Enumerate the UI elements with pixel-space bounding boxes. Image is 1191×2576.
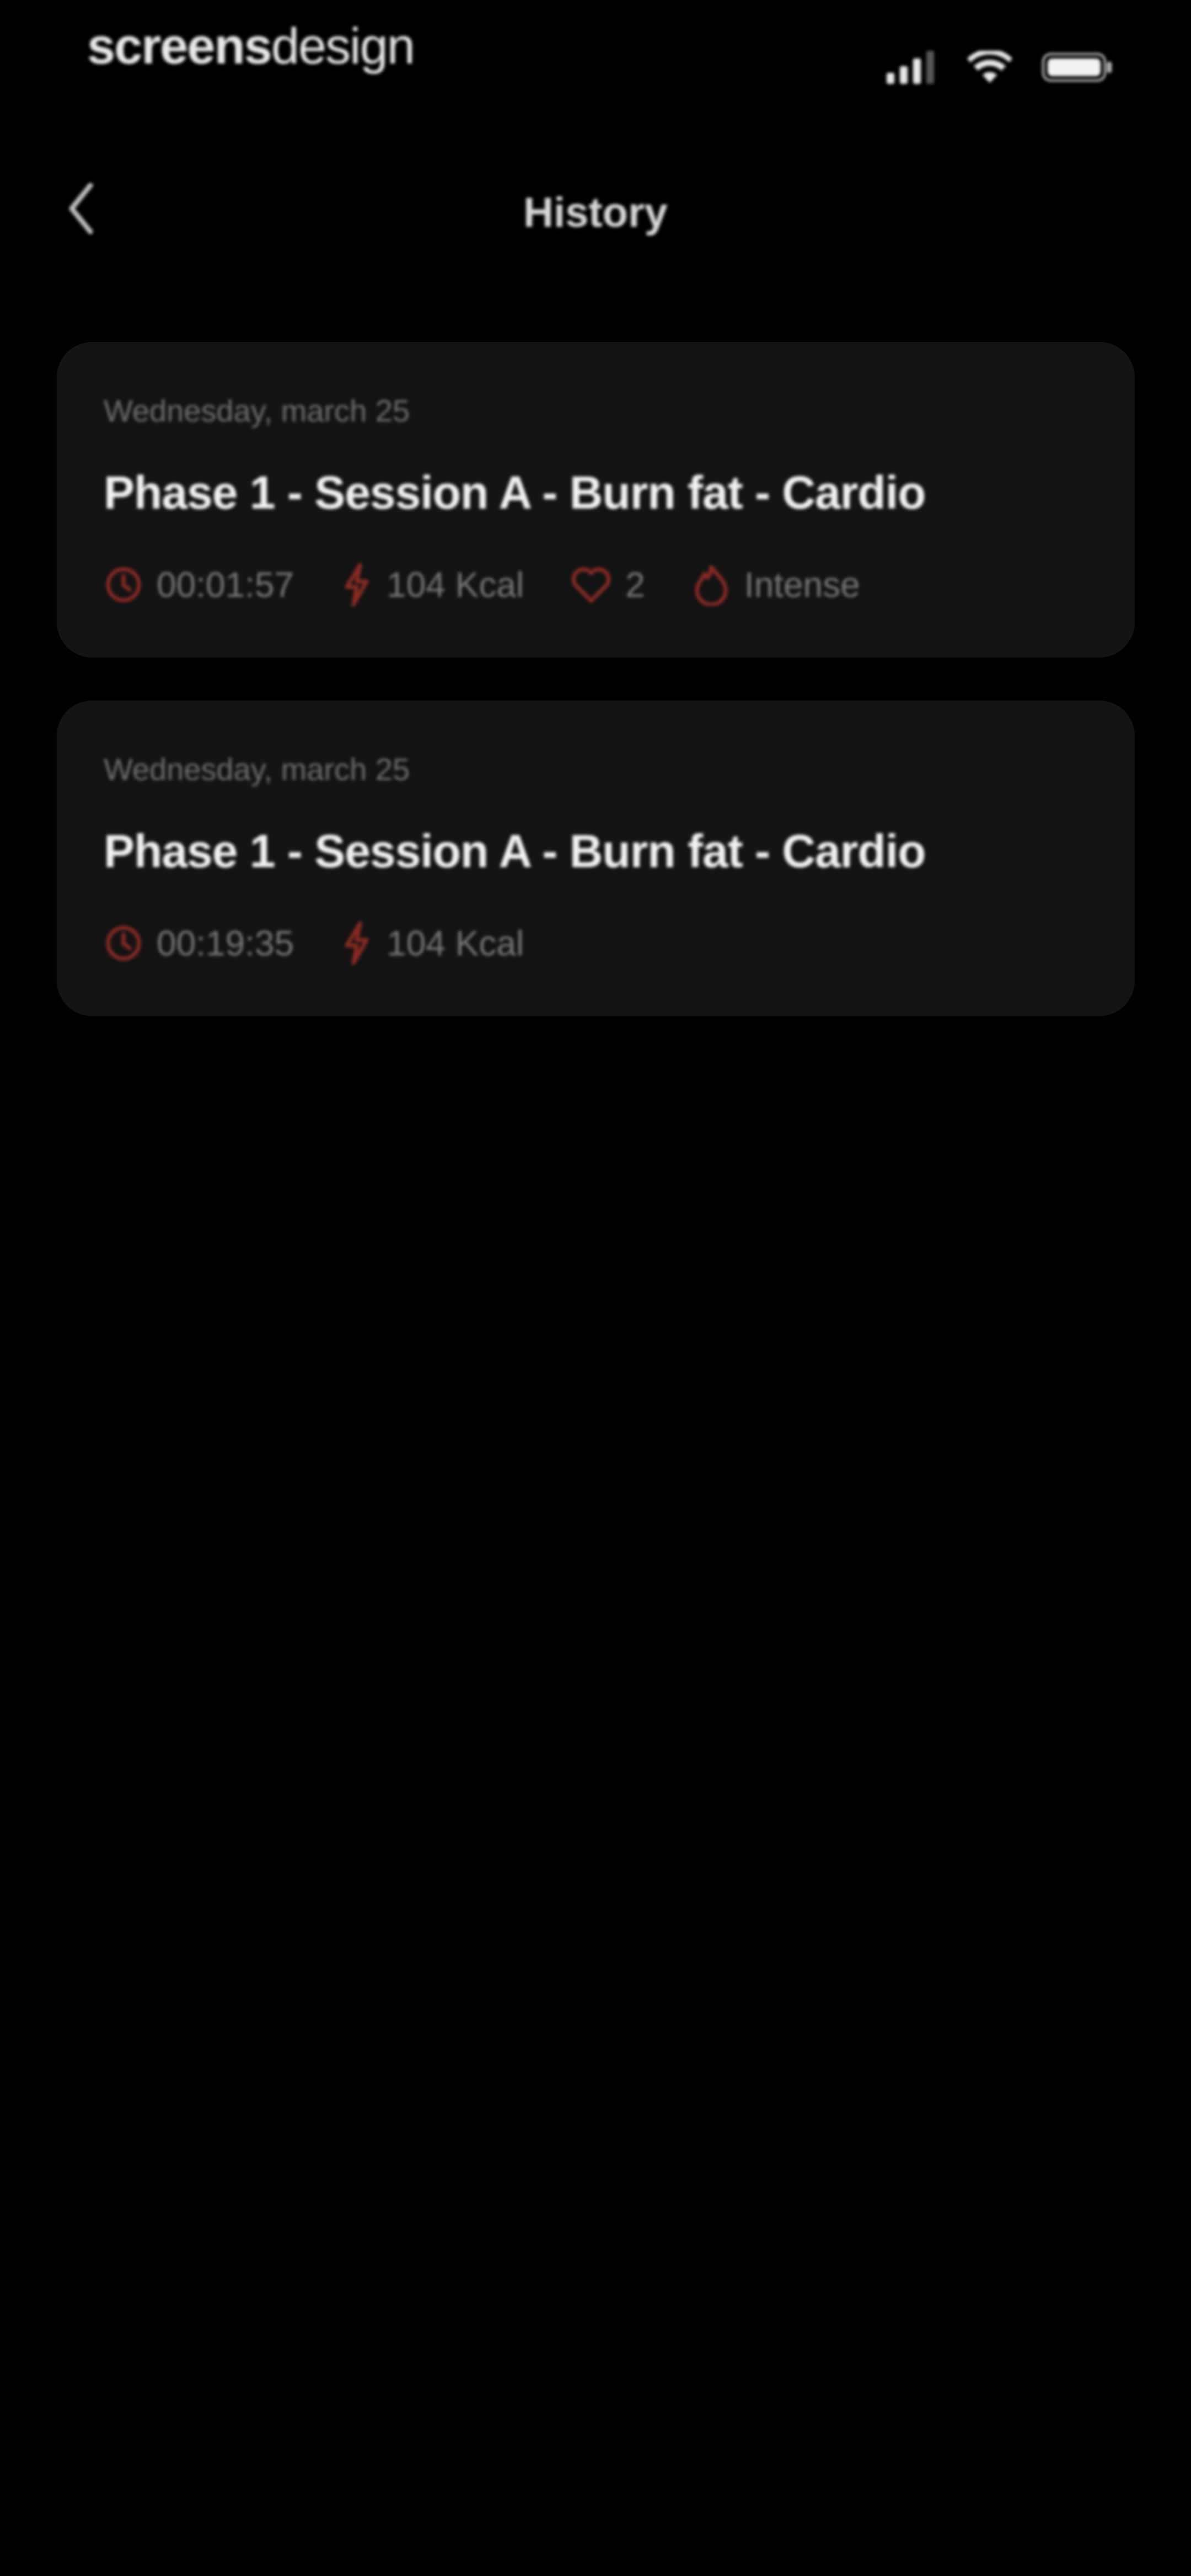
lightning-icon [340,563,373,607]
stat-hearts: 2 [570,564,645,605]
page-title: History [523,189,668,236]
history-list: Wednesday, march 25 Phase 1 - Session A … [57,342,1135,1059]
session-card[interactable]: Wednesday, march 25 Phase 1 - Session A … [57,342,1135,658]
stat-calories: 104 Kcal [340,921,524,965]
signal-icon [887,51,937,84]
session-date: Wednesday, march 25 [104,752,410,787]
session-stats: 00:19:35 104 Kcal [104,921,524,965]
clock-icon [104,923,143,963]
stat-duration-value: 00:01:57 [157,565,294,605]
brand-logo: screensdesign [87,18,415,74]
stat-calories-value: 104 Kcal [387,565,524,605]
session-title: Phase 1 - Session A - Burn fat - Cardio [104,467,926,519]
battery-icon [1042,51,1114,84]
clock-icon [104,565,143,605]
stat-duration-value: 00:19:35 [157,923,294,963]
brand-logo-bold: screens [87,18,272,74]
stat-calories-value: 104 Kcal [387,923,524,963]
stat-hearts-value: 2 [625,565,645,605]
session-title: Phase 1 - Session A - Burn fat - Cardio [104,825,926,877]
stat-calories: 104 Kcal [340,563,524,607]
status-icons [887,51,1114,84]
stat-duration: 00:19:35 [104,923,294,964]
session-stats: 00:01:57 104 Kcal 2 Intense [104,563,860,607]
brand-logo-light: design [271,18,415,74]
header: History [0,165,1191,254]
stat-intensity-value: Intense [744,565,860,605]
session-date: Wednesday, march 25 [104,393,410,428]
status-bar: screensdesign [0,0,1191,121]
heart-icon [570,565,612,604]
flame-icon [691,564,731,606]
stat-duration: 00:01:57 [104,564,294,605]
stat-intensity: Intense [691,564,860,606]
session-card[interactable]: Wednesday, march 25 Phase 1 - Session A … [57,701,1135,1016]
lightning-icon [340,921,373,965]
wifi-icon [967,51,1012,84]
